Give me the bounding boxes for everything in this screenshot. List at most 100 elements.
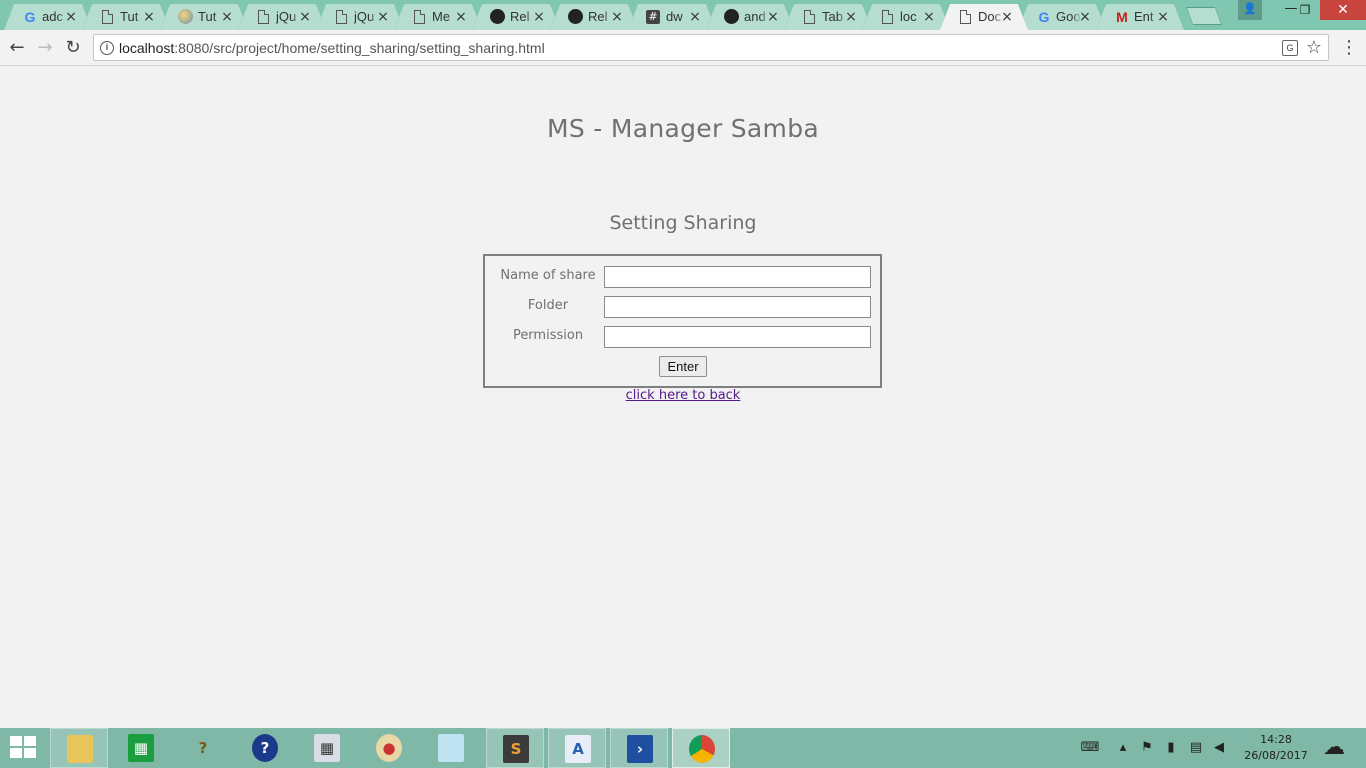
close-window-button[interactable]: ✕ [1320,0,1366,20]
forward-arrow-icon[interactable]: → [34,37,56,59]
store-icon: ▦ [128,734,154,762]
browser-tab[interactable]: jQu × [238,4,326,30]
browser-tab[interactable]: # dw × [628,4,716,30]
windows-taskbar: ▦ ? ? ▦ ● S A › ⌨ ▴ ⚑ ▮ ▤ ◀ 14:28 26/08/… [0,728,1366,768]
page-content: MS - Manager Samba Setting Sharing Name … [0,66,1366,728]
tab-close-icon[interactable]: × [766,9,780,25]
restore-button[interactable]: ❐ [1292,0,1318,20]
tab-close-icon[interactable]: × [64,9,78,25]
tab-close-icon[interactable]: × [532,9,546,25]
windows-start-icon[interactable] [10,736,38,760]
document-icon [258,10,269,24]
site-title: MS - Manager Samba [546,114,819,143]
wordpad-icon: A [565,735,591,763]
tab-close-icon[interactable]: × [376,9,390,25]
powershell-icon: › [627,735,653,763]
bookmark-star-icon[interactable]: ☆ [1306,37,1322,58]
volume-icon[interactable]: ◀ [1210,728,1228,768]
chrome-icon [689,735,715,763]
document-icon [882,10,893,24]
url-text[interactable]: localhost:8080/src/project/home/setting_… [119,40,545,56]
address-bar[interactable]: i localhost:8080/src/project/home/settin… [93,34,1329,61]
browser-tab[interactable]: loc × [862,4,950,30]
url-path: :8080/src/project/home/setting_sharing/s… [174,40,545,56]
system-clock[interactable]: 14:28 26/08/2017 [1240,732,1312,764]
tab-close-icon[interactable]: × [142,9,156,25]
tab-close-icon[interactable]: × [454,9,468,25]
github-icon [490,9,505,24]
sublime-text-icon: S [503,735,529,763]
browser-tab[interactable]: Doc × [940,4,1028,30]
taskbar-chrome[interactable] [672,728,730,768]
permission-input[interactable] [604,326,871,348]
google-icon: G [24,9,36,25]
taskbar-store[interactable]: ▦ [112,728,170,768]
back-link-row: click here to back [0,388,1366,403]
calculator-icon: ▦ [314,734,340,762]
battery-icon[interactable]: ▮ [1160,728,1182,768]
document-icon [414,10,425,24]
reload-icon[interactable]: ↻ [62,37,84,59]
profile-icon[interactable]: 👤 [1238,0,1262,20]
browser-tab[interactable]: and × [706,4,794,30]
url-host: localhost [119,40,175,56]
browser-tab[interactable]: Rel × [472,4,560,30]
permission-label: Permission [512,328,584,343]
tab-close-icon[interactable]: × [1078,9,1092,25]
taskbar-calculator[interactable]: ▦ [298,728,356,768]
enter-button[interactable]: Enter [659,356,707,377]
tab-close-icon[interactable]: × [298,9,312,25]
help-bell-icon: ? [198,739,208,757]
browser-tab[interactable]: Tab × [784,4,872,30]
flag-icon[interactable]: ⚑ [1138,728,1156,768]
taskbar-wordpad[interactable]: A [548,728,606,768]
gmail-icon: M [1116,9,1128,25]
weather-icon[interactable]: ☁ [1314,728,1354,768]
taskbar-notepad[interactable] [422,728,480,768]
setting-sharing-form: Name of share Folder Permission Enter [483,254,882,388]
taskbar-file-explorer[interactable] [50,728,108,768]
notepad-icon [438,734,464,762]
translate-icon[interactable]: G [1282,40,1298,56]
taskbar-sublime-text[interactable]: S [486,728,544,768]
menu-dots-icon[interactable]: ⋮ [1340,38,1358,58]
show-hidden-icons-chevron-icon[interactable]: ▴ [1114,728,1132,768]
tab-close-icon[interactable]: × [610,9,624,25]
taskbar-paint[interactable]: ● [360,728,418,768]
clock-time: 14:28 [1260,733,1292,746]
taskbar-help[interactable]: ? [174,728,232,768]
tab-close-icon[interactable]: × [220,9,234,25]
back-arrow-icon[interactable]: ← [6,37,28,59]
tab-close-icon[interactable]: × [844,9,858,25]
browser-tab[interactable]: G Goo × [1018,4,1106,30]
tab-close-icon[interactable]: × [688,9,702,25]
info-icon[interactable]: i [100,41,114,55]
tab-close-icon[interactable]: × [922,9,936,25]
keyboard-icon[interactable]: ⌨ [1074,728,1106,768]
document-icon [960,10,971,24]
folder-icon [67,735,93,763]
browser-tab[interactable]: Tut × [160,4,248,30]
browser-tab[interactable]: Me × [394,4,482,30]
google-icon: G [1038,9,1050,25]
browser-tab[interactable]: jQu × [316,4,404,30]
browser-tab[interactable]: M Ent × [1096,4,1184,30]
tab-close-icon[interactable]: × [1156,9,1170,25]
folder-label: Folder [527,298,569,313]
network-signal-icon[interactable]: ▤ [1186,728,1206,768]
name-of-share-label: Name of share [500,268,596,283]
taskbar-help-support[interactable]: ? [236,728,294,768]
back-link[interactable]: click here to back [626,388,741,403]
question-icon: ? [252,734,278,762]
browser-tab[interactable]: Tut × [82,4,170,30]
form-row-name-of-share: Name of share [485,266,880,288]
tab-close-icon[interactable]: × [1000,9,1014,25]
document-icon [336,10,347,24]
taskbar-powershell[interactable]: › [610,728,668,768]
browser-tab[interactable]: Rel × [550,4,638,30]
name-of-share-input[interactable] [604,266,871,288]
folder-input[interactable] [604,296,871,318]
clock-date: 26/08/2017 [1244,749,1308,762]
globe-icon [178,9,193,24]
browser-tab[interactable]: Gadc × [4,4,92,30]
